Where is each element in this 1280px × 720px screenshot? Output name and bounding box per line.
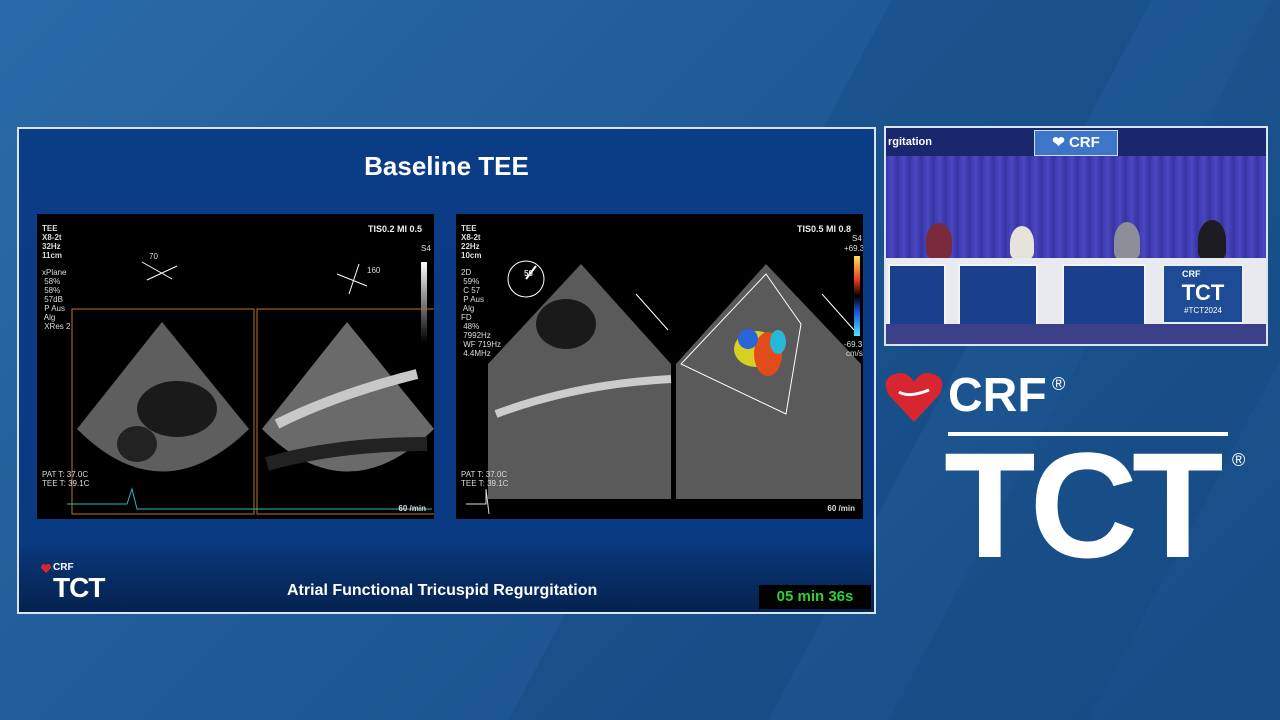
echo-right-rate: 60 /min	[827, 504, 855, 513]
camera-crf-logo: ❤ CRF	[1034, 130, 1118, 156]
echo-right-scale-unit: cm/s	[846, 349, 863, 358]
echo-image-right: TEE X8-2t 22Hz 10cm TIS0.5 MI 0.8 2D 59%…	[456, 214, 863, 519]
stage-floor	[886, 324, 1266, 344]
echo-right-scale-top: +69.3	[844, 244, 863, 253]
color-velocity-bar	[854, 256, 860, 336]
camera-caption: rgitation	[888, 136, 932, 148]
brand-crf-registered: ®	[1052, 374, 1066, 394]
echo-right-scale-label: S4	[852, 234, 862, 243]
echo-left-rate: 60 /min	[398, 504, 426, 513]
desk-panel	[888, 264, 946, 326]
brand-crf: CRF	[948, 369, 1047, 422]
panelist	[1198, 220, 1226, 260]
panelist	[926, 223, 952, 259]
echo-right-temp: PAT T: 37.0C TEE T: 39.1C	[461, 470, 509, 488]
desk-panel	[958, 264, 1038, 326]
heart-icon	[41, 564, 51, 573]
camera-sign-crf: CRF	[1182, 269, 1201, 279]
slide-footer-bar	[19, 549, 874, 612]
brand-tct-registered: ®	[1232, 450, 1246, 470]
session-timer: 05 min 36s	[759, 585, 871, 609]
panelist	[1010, 226, 1034, 260]
heart-icon	[885, 373, 943, 422]
slide-logo-tct: TCT	[53, 572, 105, 603]
slide-footer-title: Atrial Functional Tricuspid Regurgitatio…	[287, 582, 598, 599]
camera-sign-tct: TCT	[1181, 280, 1225, 305]
echo-right-angle: 50	[524, 269, 533, 278]
slide-title: Baseline TEE	[364, 151, 529, 181]
camera-crf-text: CRF	[1068, 134, 1100, 151]
camera-tct-sign: CRF TCT #TCT2024	[1162, 264, 1244, 324]
panelist	[1114, 222, 1140, 260]
echo-left-temp: PAT T: 37.0C TEE T: 39.1C	[42, 470, 90, 488]
echo-right-sectors	[466, 260, 861, 515]
echo-left-sector-a	[67, 261, 434, 515]
desk-panel	[1062, 264, 1146, 326]
brand-tct: TCT	[944, 421, 1224, 589]
presentation-slide: Baseline TEE TEE X8-2t 32Hz 11cm TIS0.2 …	[17, 127, 876, 614]
echo-image-left: TEE X8-2t 32Hz 11cm TIS0.2 MI 0.5 xPlane…	[37, 214, 434, 519]
echo-right-scale-bottom: -69.3	[844, 340, 863, 349]
camera-feed: rgitation ❤ CRF CRF TCT #TCT2024	[884, 126, 1268, 346]
camera-hashtag: #TCT2024	[1184, 306, 1222, 315]
heart-icon: ❤	[1052, 134, 1065, 151]
